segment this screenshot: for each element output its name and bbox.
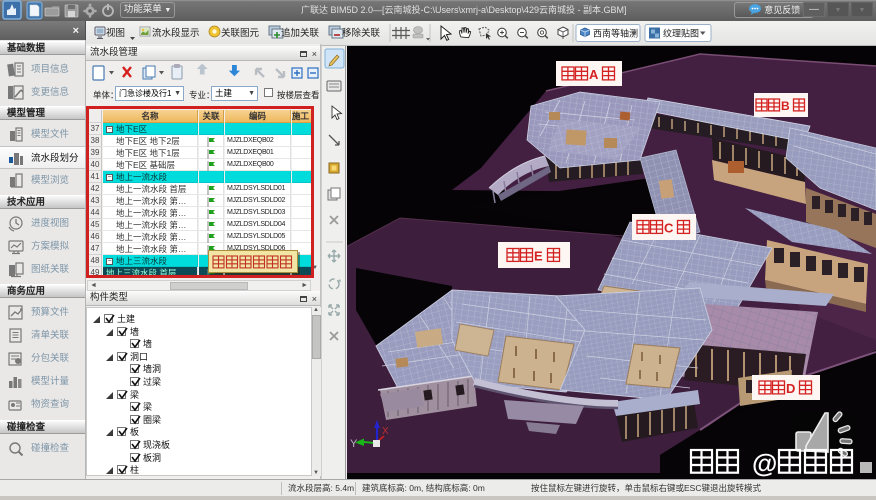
svg-text:纹理贴图: 纹理贴图 bbox=[663, 28, 699, 39]
svg-text:@: @ bbox=[752, 448, 777, 478]
svg-text:西南等轴测: 西南等轴测 bbox=[593, 28, 638, 39]
svg-text:B: B bbox=[781, 99, 790, 113]
svg-text:D: D bbox=[786, 381, 795, 396]
svg-text:C: C bbox=[664, 221, 674, 236]
svg-text:A: A bbox=[589, 67, 599, 82]
svg-text:E: E bbox=[534, 249, 543, 264]
svg-text:Y: Y bbox=[350, 438, 358, 450]
svg-text:X: X bbox=[382, 426, 389, 437]
